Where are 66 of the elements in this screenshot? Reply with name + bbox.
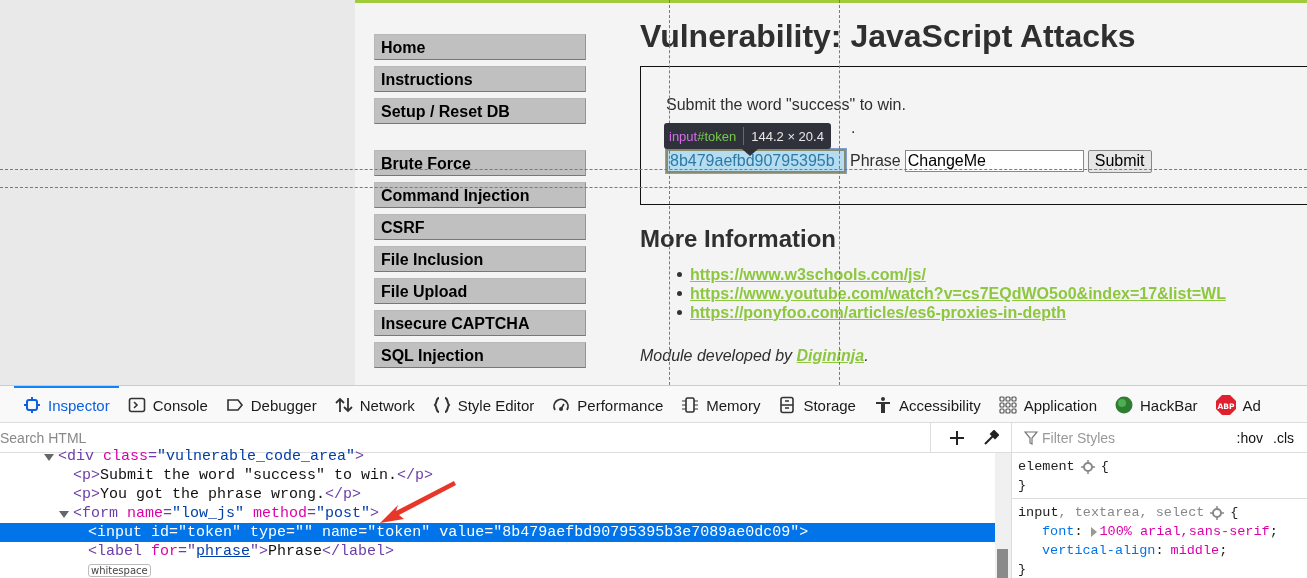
menu-item[interactable]: Home (374, 34, 586, 60)
tag-icon (225, 396, 244, 414)
plus-icon (949, 429, 965, 446)
eyedropper-icon (983, 429, 999, 446)
markup-line[interactable]: <p>Submit the word "success" to win.</p> (73, 466, 434, 485)
close-brace: } (1018, 561, 1028, 578)
crosshair-square-icon (23, 396, 41, 414)
submit-button[interactable]: Submit (1087, 149, 1152, 173)
phrase-label: Phrase (850, 152, 901, 170)
toggle-button[interactable]: .cls (1270, 429, 1297, 446)
devtools-tab[interactable]: Memory (672, 386, 770, 422)
menu-item[interactable]: Setup / Reset DB (374, 98, 586, 124)
console-icon (127, 396, 146, 414)
ball-icon (1115, 396, 1134, 414)
target-icon (1210, 505, 1225, 520)
declaration: vertical-align: middle; (1041, 542, 1229, 560)
section-heading: More Information (640, 225, 837, 253)
expand-triangle-icon (1089, 526, 1098, 537)
menu-item[interactable]: Insecure CAPTCHA (374, 310, 586, 336)
menu-item[interactable]: Instructions (374, 66, 586, 92)
person-icon (873, 396, 892, 414)
menu-item[interactable]: File Upload (374, 278, 586, 304)
phrase-field[interactable]: ChangeMe (904, 150, 1084, 172)
devtools-tab[interactable]: Style Editor (423, 386, 544, 422)
devtools-tab[interactable]: HackBar (1106, 386, 1207, 422)
devtools-tab[interactable]: Storage (769, 386, 865, 422)
scrollbar-thumb[interactable] (997, 549, 1008, 578)
menu-item[interactable]: CSRF (374, 214, 586, 240)
devtools-tab[interactable]: Network (325, 386, 424, 422)
open-brace: { (1100, 458, 1109, 476)
filter-icon (1024, 430, 1038, 445)
dot-grid-icon (998, 396, 1017, 414)
devtools-tab[interactable]: Performance (543, 386, 673, 422)
markup-line[interactable]: <label for="phrase">Phrase</label> (88, 542, 395, 561)
selector-part: element (1018, 459, 1075, 474)
cabinet-icon (778, 396, 797, 414)
close-brace: } (1018, 477, 1028, 495)
instruction-text: Submit the word "success" to win. (666, 95, 907, 115)
up-down-arrows-icon (334, 396, 353, 414)
tooltip-size: 144.2 × 20.4 (751, 128, 824, 144)
menu-item[interactable]: Brute Force (374, 150, 586, 176)
devtools-tab[interactable]: Debugger (216, 386, 326, 422)
markup-line[interactable]: <p>You got the phrase wrong.</p> (73, 485, 362, 504)
credit-text: Module developed by Digininja. (640, 347, 870, 365)
devtools-tab[interactable]: Application (989, 386, 1107, 422)
declaration: font: 100% arial,sans-serif; (1041, 523, 1279, 541)
menu-item[interactable]: SQL Injection (374, 342, 586, 368)
devtools-tab[interactable]: Console (118, 386, 217, 422)
bullet-icon (677, 310, 682, 315)
page-title: Vulnerability: JavaScript Attacks (640, 17, 1137, 55)
selector-part: , textarea, select (1058, 505, 1205, 520)
target-icon (1080, 459, 1095, 474)
devtools-tab[interactable]: Accessibility (864, 386, 990, 422)
gauge-icon (552, 396, 571, 414)
open-brace: { (1230, 504, 1239, 522)
menu-item[interactable]: File Inclusion (374, 246, 586, 272)
menu-item[interactable]: Command Injection (374, 182, 586, 208)
selector-part: input (1018, 505, 1059, 520)
paragraph-tail: . (851, 119, 856, 137)
tooltip-selector: input#token (669, 128, 737, 144)
bullet-icon (677, 272, 682, 277)
bullet-icon (677, 291, 682, 296)
braces-icon (432, 396, 451, 414)
toggle-button[interactable]: :hov (1233, 429, 1266, 446)
markup-line[interactable]: <form name="low_js" method="post"> (73, 504, 380, 523)
chip-icon (681, 396, 700, 414)
